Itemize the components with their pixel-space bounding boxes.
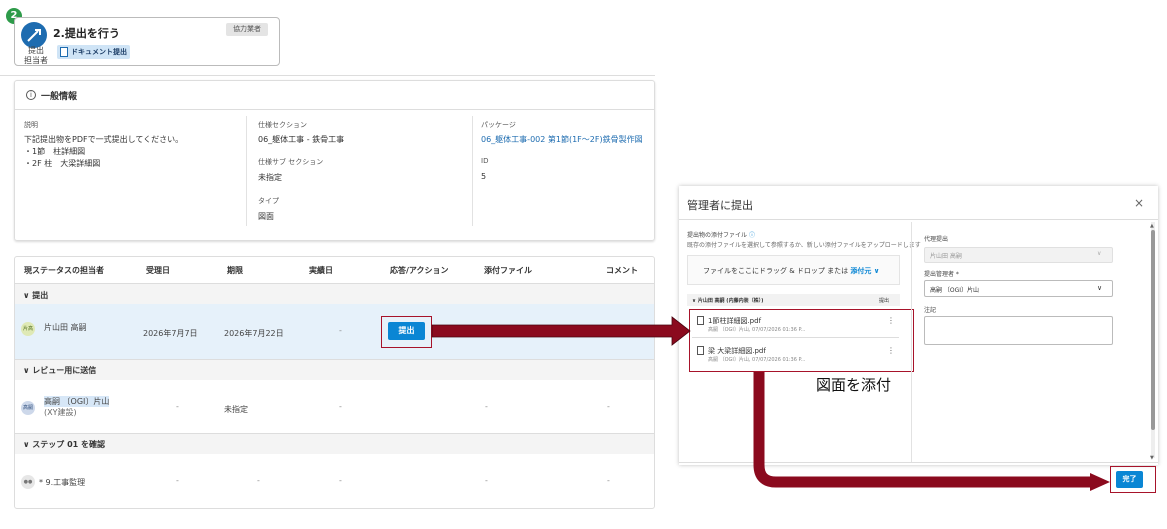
arrow-to-done	[753, 372, 1092, 488]
arrow-head-done	[1090, 473, 1110, 491]
annotation-arrows	[431, 316, 1110, 491]
arrow-to-dialog	[431, 316, 691, 346]
screenshot-root: { "step":{"number":"2","title":"2.提出を行う"…	[0, 0, 1167, 529]
